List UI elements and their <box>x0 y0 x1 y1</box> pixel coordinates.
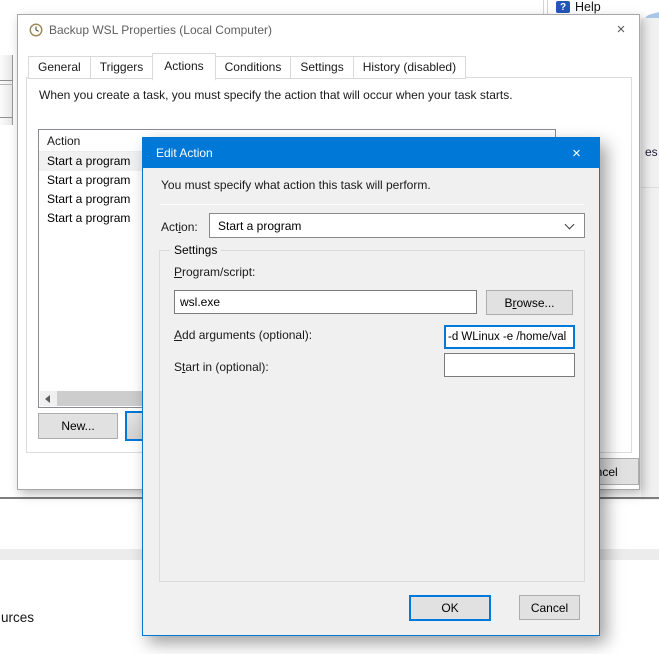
help-label: Help <box>575 0 601 14</box>
start-in-label: Start in (optional): <box>174 360 269 374</box>
help-button[interactable]: ? Help <box>556 0 601 14</box>
window-titlebar: Backup WSL Properties (Local Computer) <box>18 15 639 45</box>
add-arguments-input[interactable] <box>444 325 575 349</box>
tab-general[interactable]: General <box>28 56 91 79</box>
tab-conditions[interactable]: Conditions <box>215 56 292 79</box>
dialog-titlebar: Edit Action <box>143 138 599 168</box>
ok-button[interactable]: OK <box>409 595 491 621</box>
settings-group: Settings Program/script: Browse... Add a… <box>159 250 585 582</box>
chevron-down-icon <box>565 220 575 230</box>
scroll-left-icon <box>45 395 50 403</box>
action-select[interactable]: Start a program <box>209 213 585 238</box>
help-icon: ? <box>556 1 570 13</box>
tab-triggers[interactable]: Triggers <box>90 56 154 79</box>
scroll-left-button[interactable] <box>40 391 55 406</box>
program-script-input[interactable] <box>174 290 477 314</box>
divider <box>0 80 13 81</box>
divider <box>641 187 659 188</box>
add-arguments-label: Add arguments (optional): <box>174 328 312 342</box>
divider <box>0 84 13 85</box>
dialog-title: Edit Action <box>156 146 213 160</box>
separator <box>160 204 584 205</box>
action-selected-value: Start a program <box>218 219 301 233</box>
edit-action-dialog: Edit Action × You must specify what acti… <box>142 137 600 636</box>
task-description: When you create a task, you must specify… <box>39 88 599 102</box>
browse-button[interactable]: Browse... <box>486 290 573 315</box>
cancel-button[interactable]: Cancel <box>519 595 580 620</box>
tab-settings[interactable]: Settings <box>290 56 353 79</box>
tab-strip: General Triggers Actions Conditions Sett… <box>28 53 465 79</box>
action-label: Action: <box>161 220 198 234</box>
close-icon: × <box>617 21 626 38</box>
dialog-intro-text: You must specify what action this task w… <box>161 178 431 192</box>
new-button[interactable]: New... <box>38 413 118 439</box>
settings-group-label: Settings <box>170 243 221 257</box>
close-button[interactable]: × <box>604 16 638 43</box>
bottom-partial-text: urces <box>1 610 34 625</box>
close-icon: × <box>572 145 581 162</box>
window-title: Backup WSL Properties (Local Computer) <box>49 23 272 37</box>
divider <box>0 117 13 118</box>
dialog-close-button[interactable]: × <box>554 138 599 168</box>
program-script-label: Program/script: <box>174 265 255 279</box>
screen: ? Help es urces Backup WSL Properties (L… <box>0 0 659 654</box>
clock-icon <box>29 23 43 37</box>
left-pane-edge <box>0 55 13 125</box>
tab-actions[interactable]: Actions <box>152 53 215 81</box>
tab-history[interactable]: History (disabled) <box>353 56 466 79</box>
actions-pane-partial-text: es <box>645 145 658 159</box>
start-in-input[interactable] <box>444 353 575 377</box>
actions-pane-edge <box>641 18 659 500</box>
